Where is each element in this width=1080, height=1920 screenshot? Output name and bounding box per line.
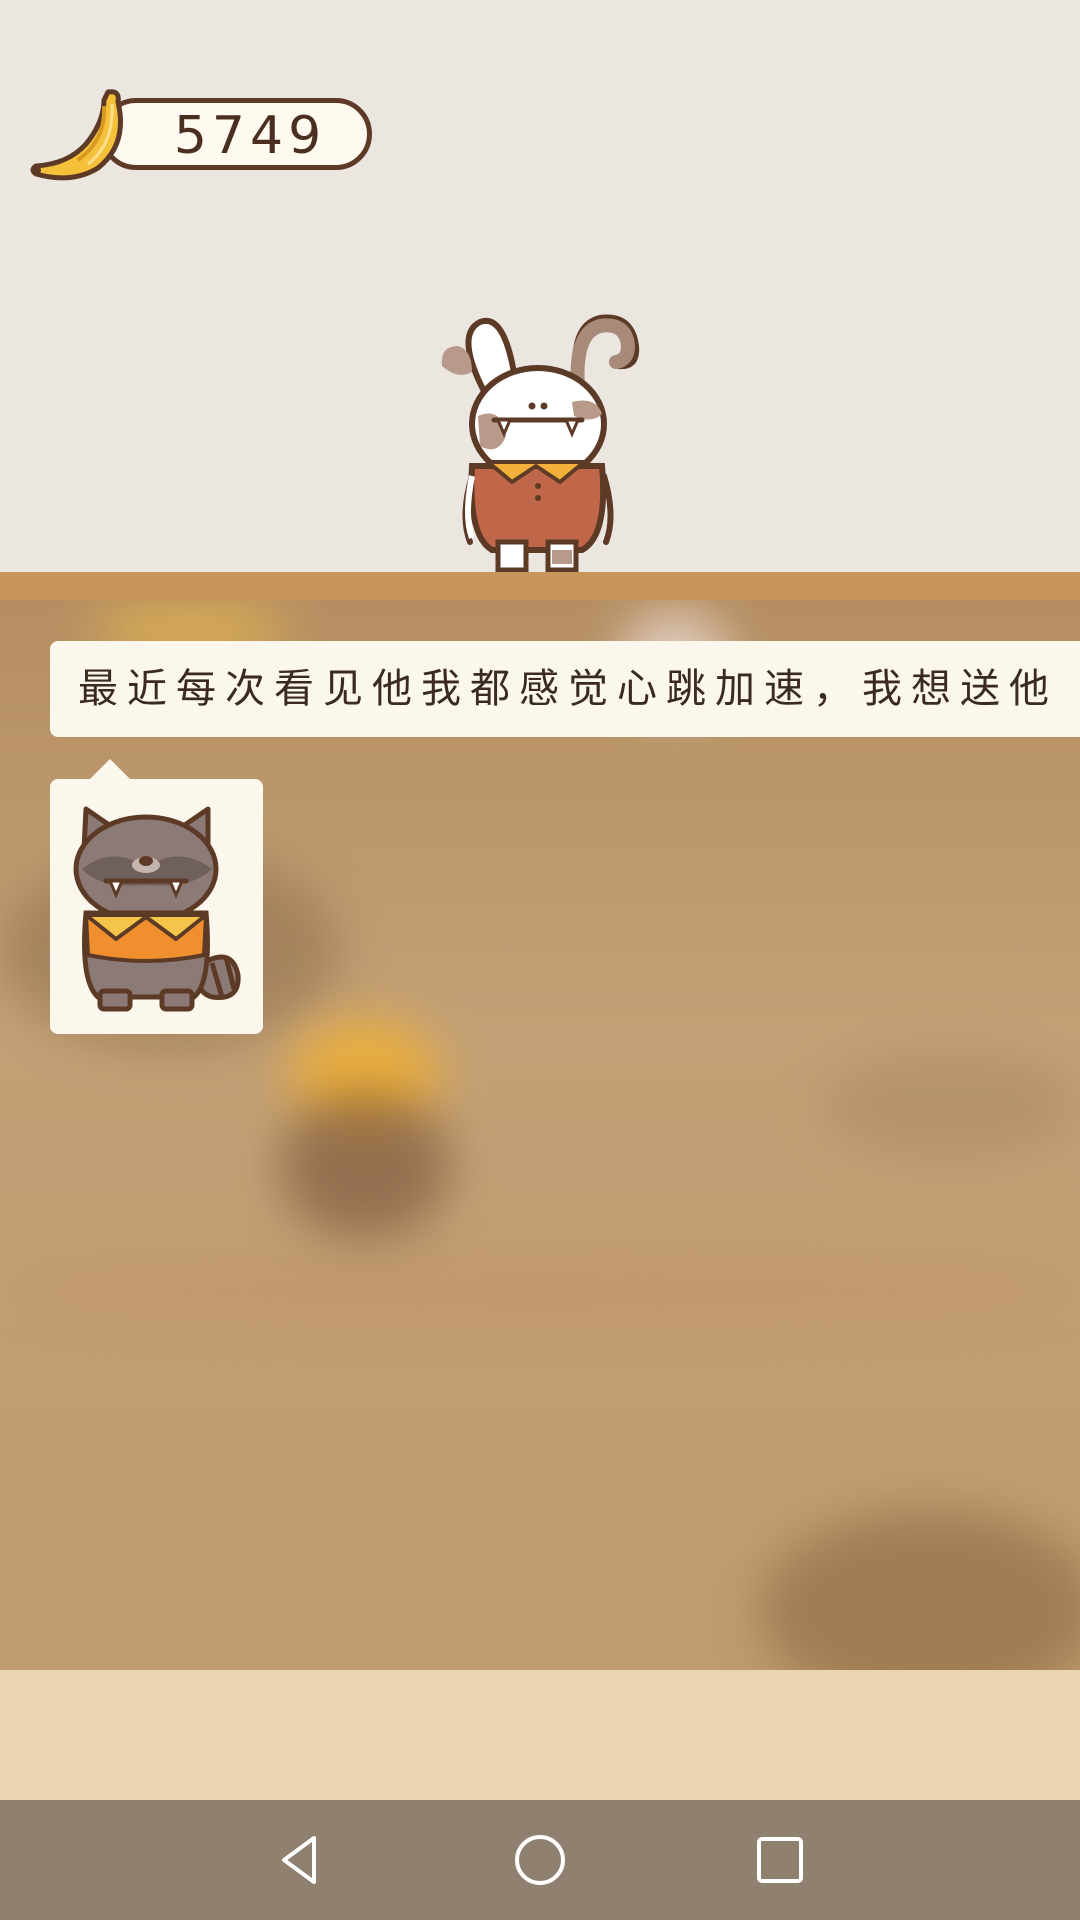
blurred-object bbox=[0, 1260, 1080, 1320]
banana-icon bbox=[30, 89, 123, 181]
blurred-object bbox=[280, 1090, 450, 1240]
dialog-text: 最近每次看见他我都感觉心跳加速，我想送他 bbox=[78, 666, 1058, 712]
back-icon[interactable] bbox=[270, 1830, 330, 1890]
banana-count: 5749 bbox=[173, 106, 327, 166]
dialog-bubble[interactable]: 最近每次看见他我都感觉心跳加速，我想送他 bbox=[50, 641, 1080, 737]
blurred-object bbox=[820, 1050, 1080, 1160]
raccoon-icon bbox=[73, 806, 241, 1012]
bottom-panel bbox=[0, 1670, 1080, 1800]
blurred-object bbox=[760, 1510, 1080, 1670]
banana-counter: 5749 bbox=[30, 89, 376, 181]
bunny-character[interactable] bbox=[432, 306, 644, 574]
recents-icon[interactable] bbox=[750, 1830, 810, 1890]
system-navbar bbox=[0, 1800, 1080, 1920]
speaker-portrait-bubble bbox=[50, 759, 263, 1034]
blurred-scene bbox=[0, 600, 1080, 1670]
game-screen: 5749 最近每次看见他我都感觉心跳加速，我想送他 bbox=[0, 0, 1080, 1920]
home-icon[interactable] bbox=[510, 1830, 570, 1890]
stage-divider bbox=[0, 572, 1080, 600]
